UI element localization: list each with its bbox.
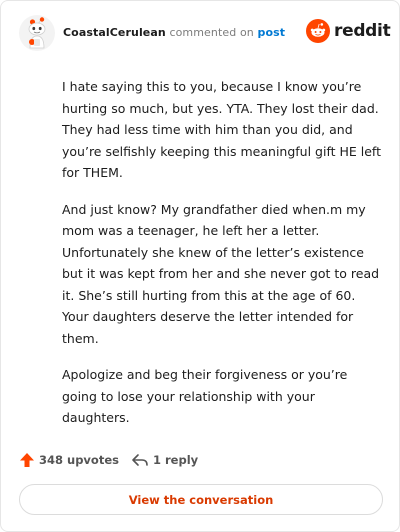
comment-paragraph: And just know? My grandfather died when.… bbox=[62, 201, 380, 346]
comment-actions: 348 upvotes 1 reply bbox=[19, 449, 383, 471]
comment-meta: CoastalCerulean commented on post bbox=[63, 25, 285, 41]
reddit-logo-icon bbox=[306, 19, 330, 43]
post-link[interactable]: post bbox=[257, 26, 285, 39]
comment-paragraph: I hate saying this to you, because I kno… bbox=[62, 79, 382, 180]
reddit-wordmark: reddit bbox=[334, 21, 391, 41]
comment-paragraph: Apologize and beg their forgiveness or y… bbox=[62, 367, 348, 425]
snoo-avatar-icon bbox=[19, 15, 55, 51]
reply-count: 1 reply bbox=[153, 453, 199, 467]
commented-on-label: commented on bbox=[169, 26, 254, 39]
upvote-arrow-icon bbox=[20, 453, 34, 467]
user-avatar[interactable] bbox=[19, 15, 55, 51]
comment-card: CoastalCerulean commented on post reddit… bbox=[0, 0, 400, 532]
comment-body: I hate saying this to you, because I kno… bbox=[62, 76, 382, 444]
reply-arrow-icon bbox=[132, 454, 148, 466]
reply-button[interactable]: 1 reply bbox=[131, 449, 198, 471]
upvote-count: 348 upvotes bbox=[39, 453, 119, 467]
comment-header: CoastalCerulean commented on post reddit bbox=[19, 15, 391, 55]
view-conversation-button[interactable]: View the conversation bbox=[19, 484, 383, 515]
upvote-button[interactable]: 348 upvotes bbox=[19, 449, 119, 471]
username[interactable]: CoastalCerulean bbox=[63, 26, 166, 39]
reddit-logo[interactable]: reddit bbox=[306, 19, 391, 43]
